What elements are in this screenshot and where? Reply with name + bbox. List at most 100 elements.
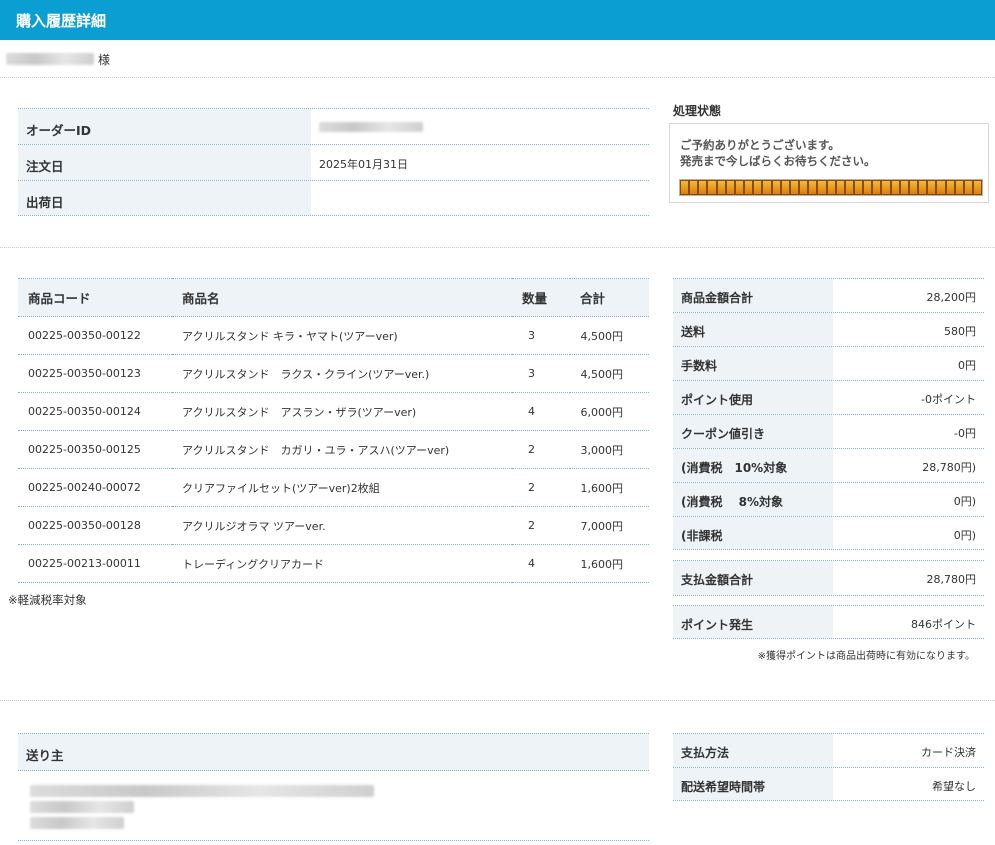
summary-label: (非課税 (673, 517, 833, 549)
honorific: 様 (98, 52, 111, 67)
status-message: ご予約ありがとうございます。 発売まで今しばらくお待ちください。 (680, 137, 876, 169)
progress-segment (836, 181, 844, 194)
summary-label: 手数料 (673, 347, 833, 380)
order-id-label: オーダーID (18, 109, 311, 144)
payment-method-value: カード決済 (921, 746, 976, 759)
points-note: ※獲得ポイントは商品出荷時に有効になります。 (757, 651, 975, 662)
progress-segment (735, 181, 744, 194)
progress-segment (873, 181, 881, 194)
summary-label: 商品金額合計 (673, 279, 833, 312)
progress-segment (864, 181, 872, 194)
item-name: アクリルスタンド ラクス・クライン(ツアーver.) (172, 354, 512, 393)
table-row: 00225-00350-00124 アクリルスタンド アスラン・ザラ(ツアーver… (18, 392, 649, 431)
progress-segment (781, 181, 789, 194)
table-row: 00225-00350-00122 アクリルスタンド キラ・ヤマト(ツアーver)… (18, 316, 649, 355)
order-date-value: 2025年01月31日 (319, 158, 408, 171)
items-header-row: 商品コード 商品名 数量 合計 (18, 278, 649, 317)
table-row: 00225-00350-00125 アクリルスタンド カガリ・ユラ・アスハ(ツアー… (18, 430, 649, 469)
col-total-header: 合計 (570, 278, 649, 317)
progress-segment (790, 181, 799, 194)
page-title: 購入履歴詳細 (16, 12, 107, 30)
order-id-value (311, 109, 649, 144)
table-row: 00225-00213-00011 トレーディングクリアカード 4 1,600円 (18, 544, 649, 583)
progress-segment (708, 181, 716, 194)
divider (0, 700, 995, 701)
page-header: 購入履歴詳細 (0, 0, 995, 40)
item-code: 00225-00350-00122 (18, 316, 172, 355)
progress-segment (754, 181, 762, 194)
progress-segment (809, 181, 817, 194)
status-title: 処理状態 (673, 104, 722, 118)
progress-segment (891, 181, 899, 194)
item-total: 6,000円 (570, 392, 649, 431)
progress-segment (845, 181, 853, 194)
item-qty: 4 (512, 544, 570, 583)
item-code: 00225-00350-00124 (18, 392, 172, 431)
progress-segment (937, 181, 945, 194)
ship-date-row: 出荷日 (18, 180, 649, 216)
payment-method-row: 支払方法 カード決済 (673, 733, 984, 767)
payment-method-label: 支払方法 (673, 734, 833, 767)
progress-segment (699, 181, 707, 194)
progress-segment (827, 181, 835, 194)
summary-row: 商品金額合計 28,200円 (673, 278, 984, 312)
status-message-line2: 発売まで今しばらくお待ちください。 (680, 154, 876, 168)
ship-date-label: 出荷日 (18, 181, 311, 215)
summary-value: -0円 (954, 427, 976, 440)
progress-segment (818, 181, 826, 194)
progress-segment (974, 181, 982, 194)
summary-row: (消費税 10%対象 28,780円) (673, 448, 984, 482)
status-progress-bar (679, 179, 983, 196)
item-qty: 2 (512, 430, 570, 469)
points-earned-row: ポイント発生 846ポイント (673, 605, 984, 639)
summary-label: (消費税 10%対象 (673, 449, 833, 482)
progress-segment (717, 181, 725, 194)
summary-value: 580円 (944, 325, 976, 338)
summary-row: 送料 580円 (673, 312, 984, 346)
progress-segment (964, 181, 972, 194)
summary-value: 0円) (953, 495, 976, 508)
item-total: 1,600円 (570, 544, 649, 583)
delivery-time-value: 希望なし (932, 780, 976, 793)
points-table: ポイント発生 846ポイント (673, 605, 984, 639)
redacted-order-id (319, 122, 423, 132)
divider (0, 247, 995, 248)
item-total: 4,500円 (570, 354, 649, 393)
progress-segment (800, 181, 808, 194)
table-row: 00225-00350-00128 アクリルジオラマ ツアーver. 2 7,000円 (18, 506, 649, 545)
item-name: トレーディングクリアカード (172, 544, 512, 583)
status-message-line1: ご予約ありがとうございます。 (680, 138, 840, 152)
summary-row: (消費税 8%対象 0円) (673, 482, 984, 516)
order-date-row: 注文日 2025年01月31日 (18, 144, 649, 180)
sender-address (18, 771, 649, 841)
col-qty-header: 数量 (512, 278, 570, 317)
progress-segment (690, 181, 698, 194)
payment-total-table: 支払金額合計 28,780円 (673, 560, 984, 596)
table-row: 00225-00350-00123 アクリルスタンド ラクス・クライン(ツアーve… (18, 354, 649, 393)
item-code: 00225-00240-00072 (18, 468, 172, 507)
progress-segment (955, 181, 963, 194)
item-qty: 2 (512, 506, 570, 545)
summary-label: ポイント使用 (673, 381, 833, 414)
progress-segment (882, 181, 890, 194)
summary-value: 0円 (958, 359, 976, 372)
progress-segment (946, 181, 954, 194)
summary-row: クーポン値引き -0円 (673, 414, 984, 448)
item-total: 7,000円 (570, 506, 649, 545)
item-qty: 4 (512, 392, 570, 431)
item-code: 00225-00350-00123 (18, 354, 172, 393)
payment-total-row: 支払金額合計 28,780円 (673, 560, 984, 596)
progress-segment (854, 181, 863, 194)
progress-segment (681, 181, 689, 194)
order-date-label: 注文日 (18, 145, 311, 180)
progress-segment (726, 181, 734, 194)
divider (0, 77, 995, 78)
item-total: 1,600円 (570, 468, 649, 507)
items-table: 商品コード 商品名 数量 合計 00225-00350-00122 アクリルスタン… (18, 278, 649, 583)
progress-segment (763, 181, 771, 194)
progress-segment (928, 181, 936, 194)
item-code: 00225-00350-00128 (18, 506, 172, 545)
item-name: クリアファイルセット(ツアーver)2枚組 (172, 468, 512, 507)
progress-segment (900, 181, 908, 194)
points-earned-label: ポイント発生 (673, 606, 833, 638)
